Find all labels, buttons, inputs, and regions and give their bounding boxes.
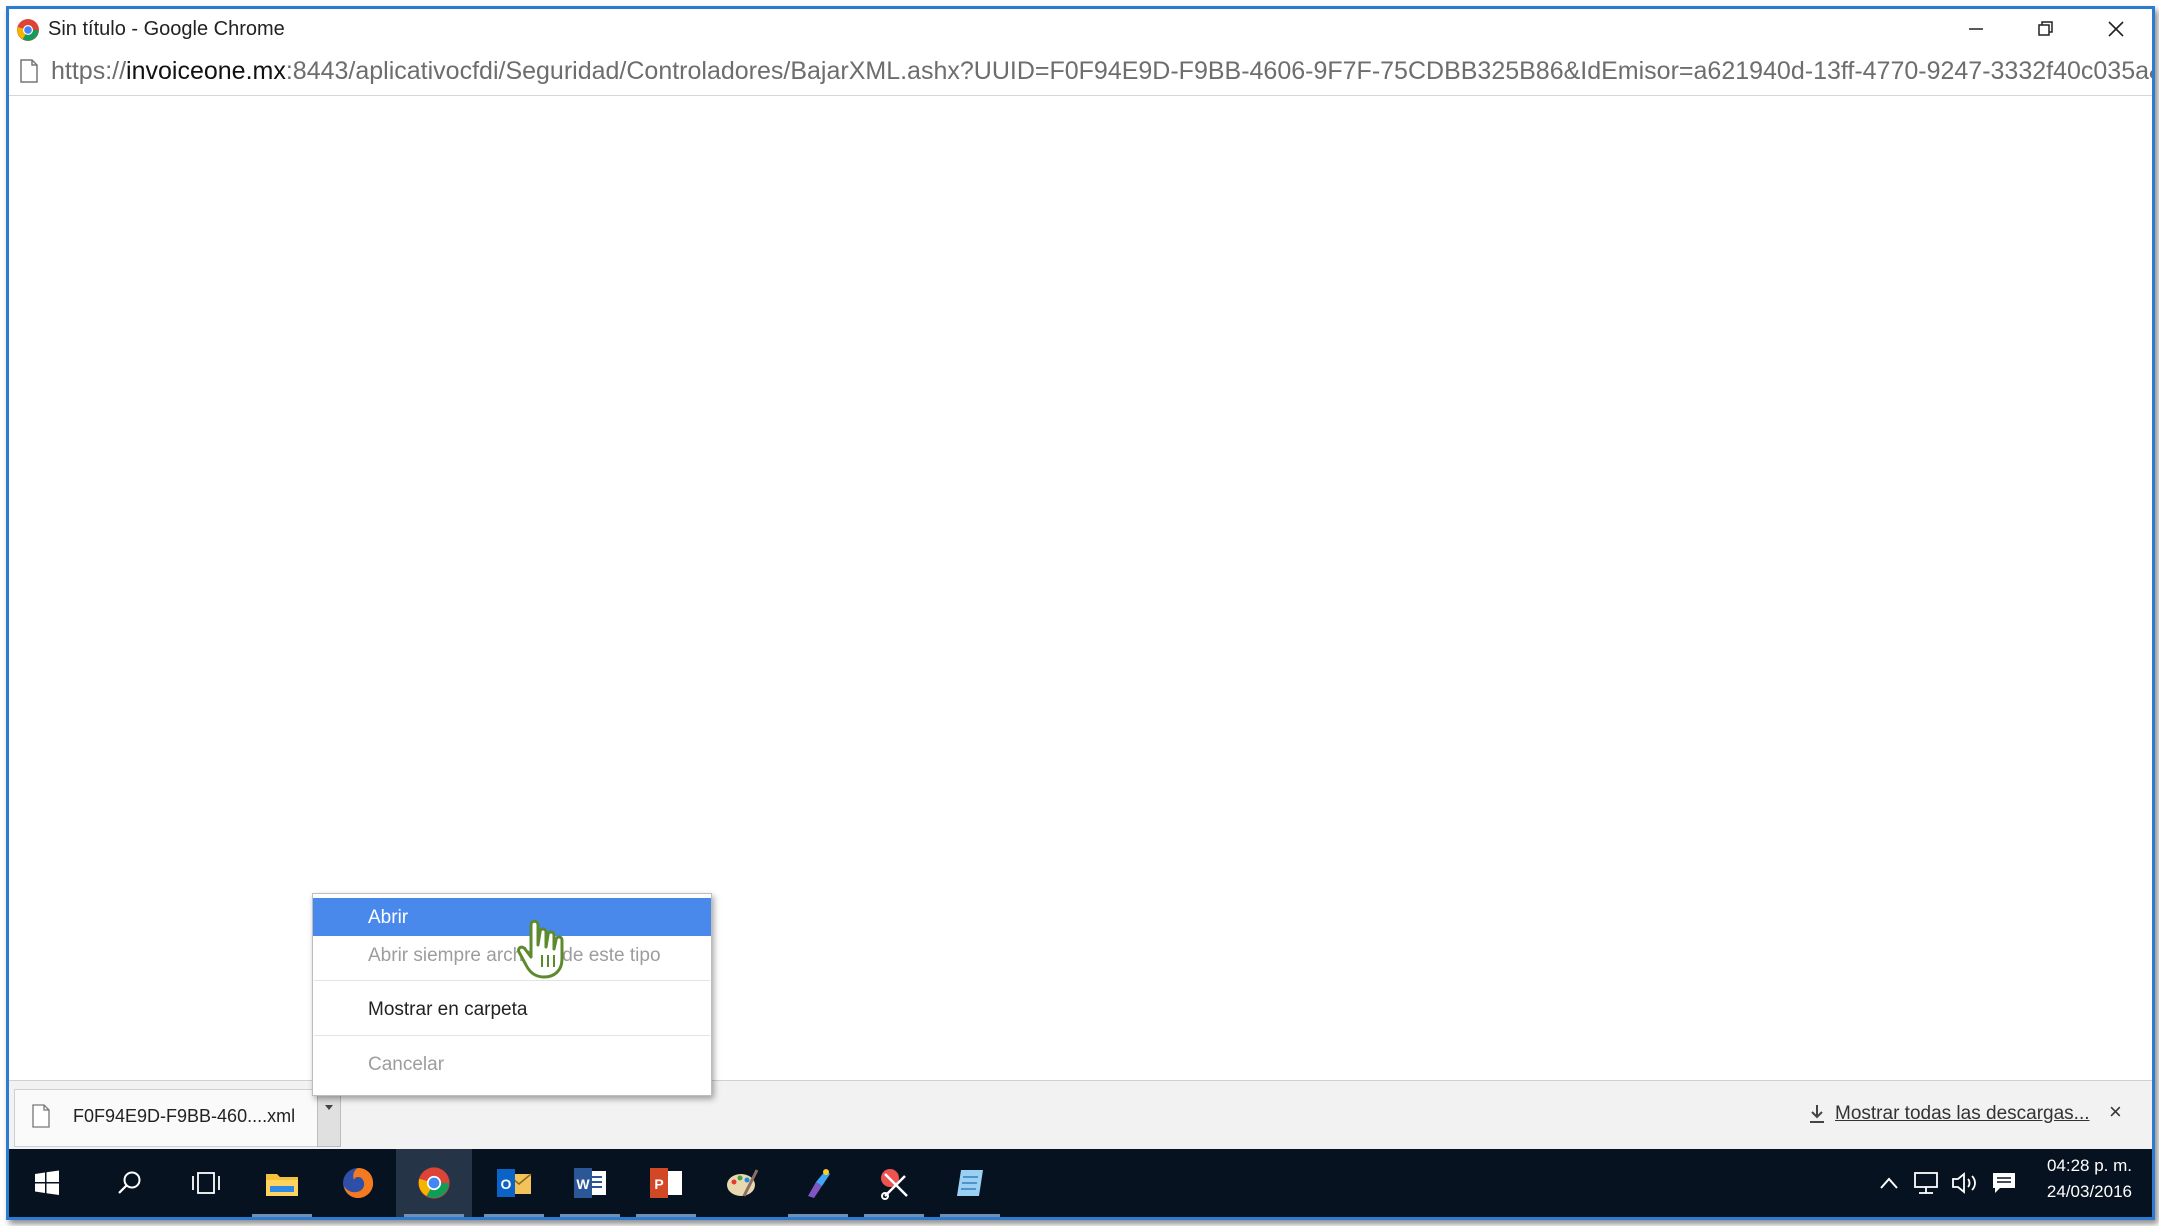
menu-item-label: Mostrar en carpeta xyxy=(368,999,528,1020)
minimize-button[interactable] xyxy=(1941,9,2011,49)
menu-item-show-in-folder[interactable]: Mostrar en carpeta xyxy=(313,990,711,1028)
download-context-menu: Abrir Abrir siempre archivos de este tip… xyxy=(312,893,712,1096)
notification-icon xyxy=(1993,1173,2015,1193)
show-all-downloads-link[interactable]: Mostrar todas las descargas... xyxy=(1835,1103,2090,1125)
menu-item-cancel[interactable]: Cancelar xyxy=(313,1045,711,1083)
close-icon xyxy=(2108,21,2124,37)
taskbar-word[interactable]: W xyxy=(552,1149,628,1217)
menu-item-label: Cancelar xyxy=(368,1054,445,1075)
search-button[interactable] xyxy=(92,1149,168,1217)
svg-text:P: P xyxy=(654,1176,663,1192)
notepad-icon xyxy=(957,1170,983,1196)
start-icon xyxy=(35,1170,59,1195)
taskbar-paint[interactable] xyxy=(704,1149,780,1217)
browser-window: Sin título - Google Chrome https://invoi… xyxy=(6,6,2155,1220)
close-window-button[interactable] xyxy=(2081,9,2151,49)
menu-divider xyxy=(314,980,710,981)
menu-item-open[interactable]: Abrir xyxy=(313,898,711,936)
download-menu-button[interactable] xyxy=(317,1089,341,1147)
taskbar-clock[interactable]: 04:28 p. m. 24/03/2016 xyxy=(2047,1153,2132,1205)
page-icon xyxy=(20,59,38,83)
close-download-bar-button[interactable]: × xyxy=(2109,1099,2122,1125)
chrome-icon xyxy=(418,1167,450,1199)
menu-divider xyxy=(314,1035,710,1036)
clock-date: 24/03/2016 xyxy=(2046,1182,2132,1201)
svg-text:O: O xyxy=(501,1176,512,1192)
taskbar: O W P 04:28 p. m. 24/03/2016 xyxy=(9,1149,2152,1217)
taskbar-notepad[interactable] xyxy=(932,1149,1008,1217)
snipping-icon xyxy=(881,1169,908,1200)
svg-text:W: W xyxy=(576,1176,590,1192)
taskbar-file-explorer[interactable] xyxy=(244,1149,320,1217)
taskbar-chrome[interactable] xyxy=(396,1149,472,1217)
download-icon xyxy=(1810,1105,1824,1123)
volume-icon xyxy=(1952,1172,1976,1194)
url-domain: invoiceone.mx xyxy=(126,57,286,85)
outlook-icon: O xyxy=(497,1169,532,1197)
url-path: :8443/aplicativocfdi/Seguridad/Controlad… xyxy=(285,57,2155,85)
network-icon xyxy=(1914,1172,1938,1194)
hand-cursor-icon xyxy=(517,919,564,979)
address-bar[interactable]: https://invoiceone.mx:8443/aplicativocfd… xyxy=(9,49,2152,96)
show-hidden-icons-button[interactable] xyxy=(1879,1167,1899,1199)
download-filename: F0F94E9D-F9BB-460....xml xyxy=(73,1106,296,1126)
taskbar-snipping[interactable] xyxy=(856,1149,932,1217)
taskbar-powerpoint[interactable]: P xyxy=(628,1149,704,1217)
start-button[interactable] xyxy=(9,1149,85,1217)
action-center-button[interactable] xyxy=(1991,1167,2017,1199)
powerpoint-icon: P xyxy=(650,1168,682,1198)
search-icon xyxy=(118,1171,141,1194)
file-icon xyxy=(32,1104,50,1128)
minimize-icon xyxy=(1969,28,1983,30)
window-title: Sin título - Google Chrome xyxy=(48,18,285,40)
app-icon xyxy=(808,1169,830,1198)
firefox-icon xyxy=(343,1168,374,1198)
url-scheme: https:// xyxy=(51,57,127,85)
taskbar-outlook[interactable]: O xyxy=(476,1149,552,1217)
network-button[interactable] xyxy=(1913,1167,1941,1199)
task-view-icon xyxy=(192,1172,220,1194)
taskbar-firefox[interactable] xyxy=(320,1149,396,1217)
restore-button[interactable] xyxy=(2011,9,2081,49)
task-view-button[interactable] xyxy=(168,1149,244,1217)
title-bar: Sin título - Google Chrome xyxy=(9,9,2152,49)
menu-item-label: Abrir xyxy=(368,907,409,928)
clock-time: 04:28 p. m. xyxy=(2046,1156,2132,1175)
volume-button[interactable] xyxy=(1951,1167,1979,1199)
paint-icon xyxy=(727,1169,759,1197)
taskbar-app[interactable] xyxy=(780,1149,856,1217)
menu-item-label: Abrir siempre archivos de este tipo xyxy=(368,945,661,966)
chevron-up-icon xyxy=(1880,1177,1898,1189)
restore-icon xyxy=(2038,21,2053,36)
file-explorer-icon xyxy=(266,1174,298,1196)
menu-item-always-open[interactable]: Abrir siempre archivos de este tipo xyxy=(313,936,711,974)
url-text[interactable]: https://invoiceone.mx:8443/aplicativocfd… xyxy=(51,57,2155,86)
chrome-logo-icon xyxy=(17,19,39,41)
word-icon: W xyxy=(574,1168,606,1198)
download-item[interactable]: F0F94E9D-F9BB-460....xml xyxy=(14,1089,318,1147)
